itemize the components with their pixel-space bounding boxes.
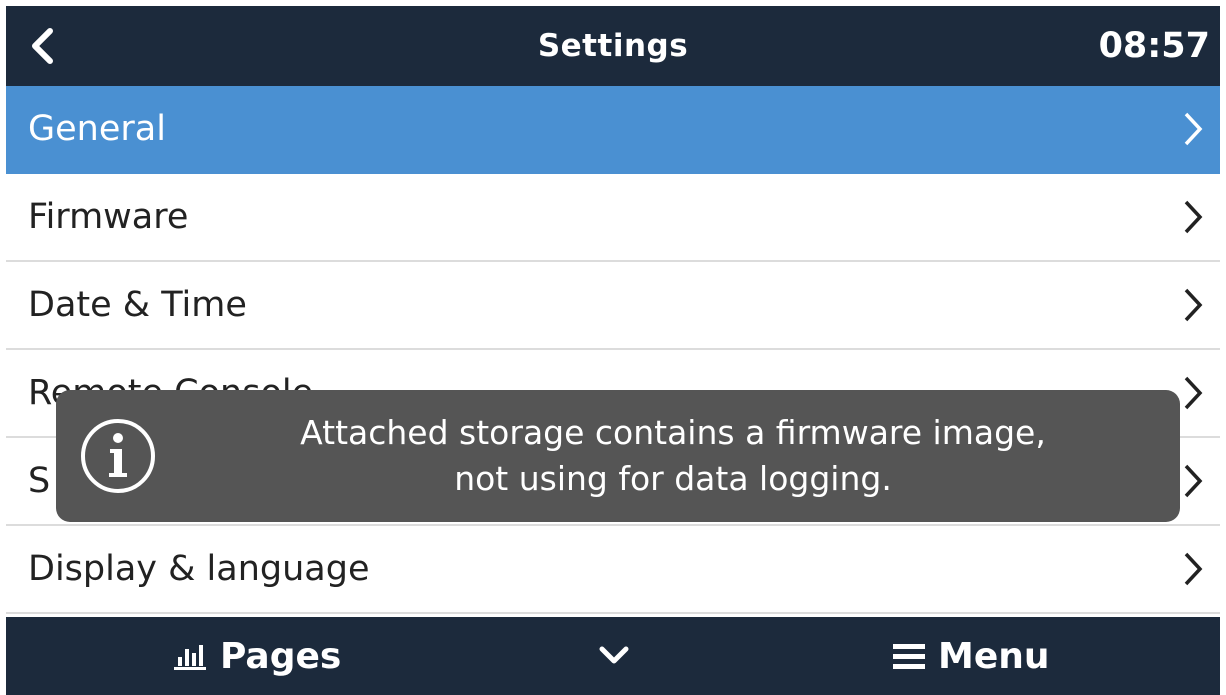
list-item-label: Firmware	[28, 197, 189, 237]
list-item-label: S	[28, 461, 51, 501]
list-item-label: Date & Time	[28, 285, 247, 325]
settings-list: General Firmware Date & Time Remote Cons…	[6, 86, 1220, 614]
list-item-label: General	[28, 109, 166, 149]
list-item-date-time[interactable]: Date & Time	[6, 262, 1220, 350]
clock: 08:57	[1098, 26, 1210, 66]
info-icon	[81, 419, 155, 493]
top-bar: Settings 08:57	[6, 6, 1220, 86]
list-item-general[interactable]: General	[6, 86, 1220, 174]
chevron-down-icon	[599, 646, 629, 664]
scroll-down-button[interactable]	[598, 617, 630, 695]
screen: Settings 08:57 General Firmware Date & T…	[6, 6, 1220, 695]
pages-label: Pages	[220, 635, 342, 677]
toast-line-1: Attached storage contains a firmware ima…	[300, 413, 1046, 452]
chevron-right-icon	[1182, 374, 1204, 412]
list-item-label: Display & language	[28, 549, 370, 589]
chevron-right-icon	[1182, 198, 1204, 236]
chevron-right-icon	[1182, 550, 1204, 588]
bottom-bar: Pages Menu	[6, 617, 1220, 695]
list-item-firmware[interactable]: Firmware	[6, 174, 1220, 262]
list-item-display-language[interactable]: Display & language	[6, 526, 1220, 614]
toast-line-2: not using for data logging.	[454, 459, 892, 498]
page-title: Settings	[537, 28, 689, 64]
chevron-right-icon	[1182, 286, 1204, 324]
notification-toast: Attached storage contains a firmware ima…	[56, 390, 1180, 522]
hamburger-icon	[893, 644, 925, 669]
menu-button[interactable]: Menu	[892, 617, 1050, 695]
chevron-right-icon	[1182, 462, 1204, 500]
chevron-right-icon	[1182, 110, 1204, 148]
bar-chart-icon	[174, 645, 206, 670]
toast-message: Attached storage contains a firmware ima…	[186, 410, 1160, 502]
menu-label: Menu	[938, 635, 1050, 677]
pages-button[interactable]: Pages	[172, 617, 341, 695]
